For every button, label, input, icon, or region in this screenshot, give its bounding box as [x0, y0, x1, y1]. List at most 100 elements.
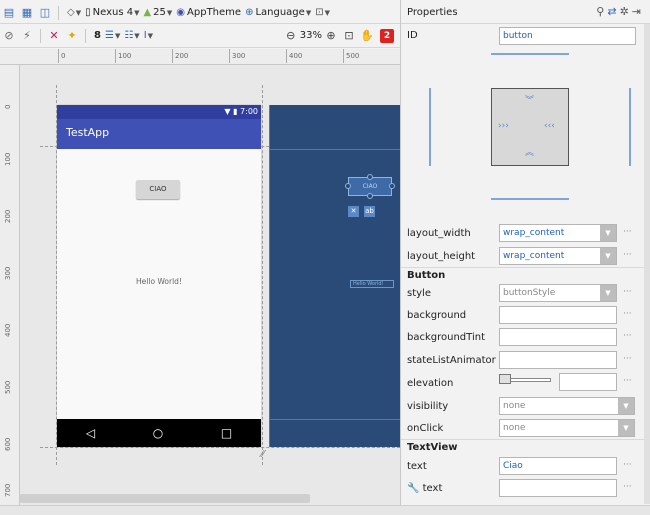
pan-hand-icon[interactable]: ✋ [358, 27, 376, 45]
blueprint-view-icon[interactable]: ▦ [18, 4, 36, 22]
id-label: ID [407, 30, 418, 41]
vertical-ruler: 0 100 200 300 400 500 600 700 [0, 65, 20, 505]
more-icon[interactable]: ··· [623, 482, 632, 492]
more-icon[interactable]: ··· [623, 287, 632, 297]
design-canvas[interactable]: ▼ ▮ 7:00 TestApp CIAO Hello World! ◁ ○ □… [20, 65, 400, 505]
battery-icon: ▮ [233, 107, 238, 116]
guidelines-dropdown[interactable]: Ⅰ ▼ [144, 27, 153, 45]
wrap-content-vertical-icon[interactable]: ︽ [525, 145, 534, 158]
status-strip [0, 505, 650, 515]
toolbar-divider [85, 28, 86, 43]
more-icon[interactable]: ··· [623, 354, 632, 364]
wrap-content-horizontal-icon[interactable]: ››› [498, 121, 509, 131]
language-dropdown[interactable]: ⊕ Language ▼ [245, 4, 311, 22]
text-label: text [407, 461, 427, 472]
delete-constraints-icon[interactable]: ✕ [348, 206, 359, 217]
swap-icon[interactable]: ⇄ [607, 5, 619, 18]
background-tint-label: backgroundTint [407, 332, 485, 343]
hello-world-text[interactable]: Hello World! [57, 277, 261, 286]
pin-icon[interactable]: ⇥ [632, 5, 644, 18]
autoconnect-icon[interactable]: ⚡ [18, 27, 36, 45]
constraint-handle-right[interactable] [389, 183, 395, 189]
wifi-icon: ▼ [224, 107, 231, 116]
api-dropdown[interactable]: ▲ 25 ▼ [143, 4, 172, 22]
elevation-slider-thumb[interactable] [499, 374, 511, 384]
theme-dropdown[interactable]: ◉ AppTheme [176, 4, 241, 22]
tools-text-field[interactable] [499, 479, 617, 497]
guideline-icon: Ⅰ [143, 30, 147, 41]
layout-width-label: layout_width [407, 228, 471, 239]
wrap-content-horizontal-icon[interactable]: ‹‹‹ [544, 121, 555, 131]
properties-scrollbar[interactable] [644, 24, 650, 504]
layout-width-select[interactable]: wrap_content ▼ [499, 224, 617, 242]
more-icon[interactable]: ··· [623, 227, 632, 237]
pack-dropdown[interactable]: ☰ ▼ [105, 27, 120, 45]
ciao-button[interactable]: CIAO [136, 180, 180, 199]
chevron-down-icon: ▼ [600, 285, 616, 301]
more-icon[interactable]: ··· [623, 331, 632, 341]
bottom-margin-bar[interactable] [491, 198, 569, 200]
ruler-tick: 300 [229, 49, 245, 63]
guide-line [262, 85, 263, 465]
id-field[interactable]: button [499, 27, 636, 45]
resize-grip-icon[interactable]: ⁄⁄ [261, 449, 264, 460]
zoom-in-icon[interactable]: ⊕ [322, 27, 340, 45]
zoom-out-icon[interactable]: ⊖ [282, 27, 300, 45]
show-constraints-icon[interactable]: ⊘ [0, 27, 18, 45]
top-margin-bar[interactable] [491, 53, 569, 55]
device-label: Nexus 4 [92, 7, 134, 18]
horizontal-scrollbar[interactable] [20, 494, 310, 503]
design-view-icon[interactable]: ▤ [0, 4, 18, 22]
default-margin[interactable]: 8 [94, 27, 101, 45]
right-margin-bar[interactable] [629, 88, 631, 166]
ruler-tick: 400 [286, 49, 302, 63]
recents-icon: □ [220, 426, 233, 440]
layout-variants-dropdown[interactable]: ⊡ ▼ [315, 4, 330, 22]
constraint-handle-top[interactable] [367, 174, 373, 180]
constraint-handle-left[interactable] [345, 183, 351, 189]
ruler-tick: 500 [4, 380, 12, 394]
blueprint-hello-text[interactable]: Hello World! [350, 280, 394, 288]
state-list-animator-label: stateListAnimator [407, 355, 496, 366]
ruler-tick: 200 [172, 49, 188, 63]
blueprint-preview[interactable]: CIAO ✕ ab Hello World! [269, 105, 400, 447]
chevron-down-icon: ▼ [618, 398, 634, 414]
orientation-dropdown[interactable]: ◇ ▼ [67, 4, 81, 22]
visibility-select[interactable]: none ▼ [499, 397, 635, 415]
theme-icon: ◉ [176, 7, 186, 18]
properties-title: Properties [407, 7, 458, 18]
onclick-select[interactable]: none ▼ [499, 419, 635, 437]
visibility-label: visibility [407, 401, 449, 412]
align-dropdown[interactable]: ☷ ▼ [124, 27, 139, 45]
ruler-tick: 200 [4, 209, 12, 223]
more-icon[interactable]: ··· [623, 250, 632, 260]
baseline-icon[interactable]: ab [364, 206, 375, 217]
design-preview[interactable]: ▼ ▮ 7:00 TestApp CIAO Hello World! ◁ ○ □ [57, 105, 261, 447]
app-title: TestApp [66, 126, 110, 139]
warnings-badge[interactable]: 2 [380, 27, 394, 45]
constraint-widget[interactable]: ︾ ︽ ››› ‹‹‹ [491, 88, 569, 166]
more-icon[interactable]: ··· [623, 376, 632, 386]
zoom-level: 33% [299, 30, 322, 41]
background-tint-field[interactable] [499, 328, 617, 346]
clear-constraints-icon[interactable]: ✕ [45, 27, 63, 45]
properties-tools: ⚲⇄✲⇥ [596, 5, 644, 18]
left-margin-bar[interactable] [429, 88, 431, 166]
background-field[interactable] [499, 306, 617, 324]
text-field[interactable]: Ciao [499, 457, 617, 475]
more-icon[interactable]: ··· [623, 309, 632, 319]
more-icon[interactable]: ··· [623, 460, 632, 470]
device-dropdown[interactable]: ▯ Nexus 4 ▼ [85, 4, 139, 22]
style-select[interactable]: buttonStyle ▼ [499, 284, 617, 302]
infer-constraints-icon[interactable]: ✦ [63, 27, 81, 45]
wrap-content-vertical-icon[interactable]: ︾ [525, 93, 534, 106]
zoom-fit-icon[interactable]: ⊡ [340, 27, 358, 45]
state-list-animator-field[interactable] [499, 351, 617, 369]
layout-height-select[interactable]: wrap_content ▼ [499, 247, 617, 265]
constraint-handle-bottom[interactable] [367, 193, 373, 199]
split-view-icon[interactable]: ◫ [36, 4, 54, 22]
elevation-field[interactable] [559, 373, 617, 391]
search-icon[interactable]: ⚲ [596, 5, 607, 18]
device-icon: ▯ [85, 7, 91, 18]
gear-icon[interactable]: ✲ [620, 5, 632, 18]
